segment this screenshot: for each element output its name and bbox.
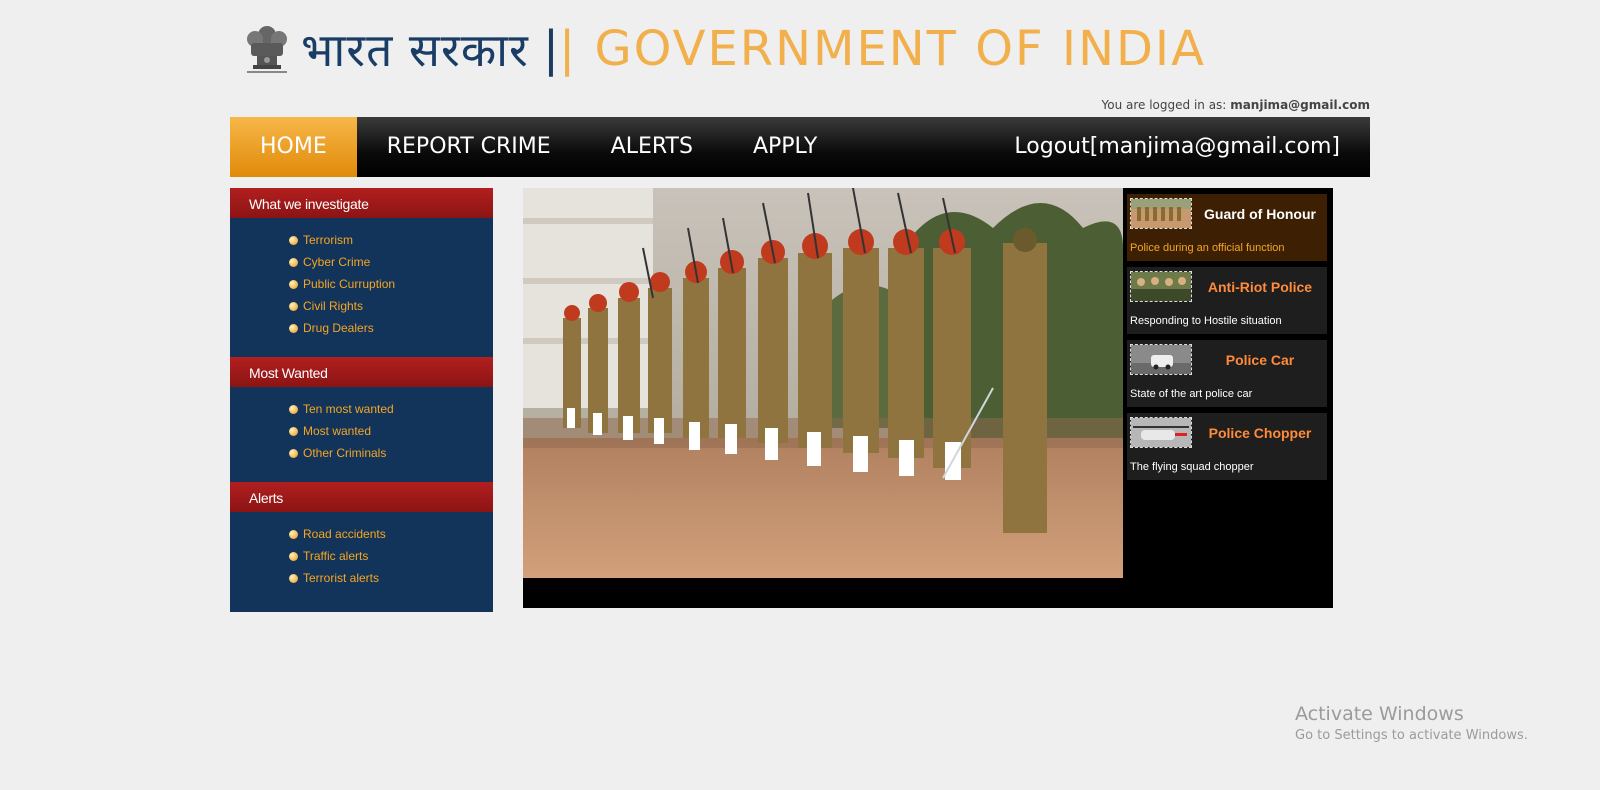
- bullet-icon: [289, 279, 298, 289]
- bullet-icon: [289, 426, 298, 436]
- bullet-icon: [289, 323, 298, 333]
- sidebar-heading: Most Wanted: [230, 357, 493, 387]
- sidebar-link-label: Civil Rights: [303, 299, 364, 313]
- bullet-icon: [289, 448, 298, 458]
- sidebar-link-label: Public Curruption: [303, 277, 396, 291]
- title-separator: |: [542, 21, 560, 77]
- windows-activation-watermark: Activate Windows Go to Settings to activ…: [1295, 703, 1528, 743]
- sidebar-link-public-corruption[interactable]: Public Curruption: [289, 273, 493, 295]
- sidebar-link-ten-most-wanted[interactable]: Ten most wanted: [289, 398, 493, 420]
- sidebar-section-investigate: What we investigate Terrorism Cyber Crim…: [230, 188, 493, 357]
- chopper-thumbnail-icon: [1130, 417, 1192, 448]
- sidebar-list: Road accidents Traffic alerts Terrorist …: [230, 512, 493, 607]
- thumb-anti-riot-police[interactable]: Anti-Riot Police Responding to Hostile s…: [1127, 267, 1327, 334]
- sidebar-link-civil-rights[interactable]: Civil Rights: [289, 295, 493, 317]
- login-prefix: You are logged in as:: [1101, 98, 1227, 112]
- thumb-title: Police Car: [1225, 352, 1295, 368]
- sidebar-link-label: Ten most wanted: [303, 402, 394, 416]
- login-email: manjima@gmail.com: [1230, 98, 1370, 112]
- thumb-description: Responding to Hostile situation: [1130, 315, 1282, 327]
- sidebar: What we investigate Terrorism Cyber Crim…: [230, 188, 493, 612]
- thumb-description: The flying squad chopper: [1130, 461, 1254, 473]
- bullet-icon: [289, 404, 298, 414]
- thumb-title: Guard of Honour: [1204, 206, 1316, 222]
- site-header: भारत सरकार | | GOVERNMENT OF INDIA: [237, 18, 1206, 80]
- sidebar-link-label: Other Criminals: [303, 446, 387, 460]
- parade-photo-icon: [523, 188, 1123, 578]
- sidebar-link-road-accidents[interactable]: Road accidents: [289, 523, 493, 545]
- bullet-icon: [289, 257, 298, 267]
- bullet-icon: [289, 573, 298, 583]
- thumb-guard-of-honour[interactable]: Guard of Honour Police during an officia…: [1127, 194, 1327, 261]
- sidebar-link-drug-dealers[interactable]: Drug Dealers: [289, 317, 493, 339]
- sidebar-link-label: Most wanted: [303, 424, 372, 438]
- thumb-police-chopper[interactable]: Police Chopper The flying squad chopper: [1127, 413, 1327, 480]
- sidebar-heading: What we investigate: [230, 188, 493, 218]
- logout-link[interactable]: Logout[manjima@gmail.com]: [984, 117, 1370, 177]
- sidebar-section-most-wanted: Most Wanted Ten most wanted Most wanted …: [230, 357, 493, 482]
- title-hindi: भारत सरकार: [301, 23, 529, 77]
- sidebar-link-label: Cyber Crime: [303, 255, 371, 269]
- sidebar-list: Ten most wanted Most wanted Other Crimin…: [230, 387, 493, 482]
- thumb-title: Police Chopper: [1208, 425, 1312, 441]
- police-car-thumbnail-icon: [1130, 344, 1192, 375]
- sidebar-section-alerts: Alerts Road accidents Traffic alerts Ter…: [230, 482, 493, 607]
- sidebar-link-label: Traffic alerts: [303, 549, 369, 563]
- login-status: You are logged in as: manjima@gmail.com: [1102, 98, 1371, 112]
- nav-home[interactable]: HOME: [230, 117, 357, 177]
- watermark-title: Activate Windows: [1295, 703, 1464, 725]
- bullet-icon: [289, 301, 298, 311]
- bullet-icon: [289, 235, 298, 245]
- thumb-description: Police during an official function: [1130, 242, 1285, 254]
- sidebar-link-label: Terrorism: [303, 233, 353, 247]
- title-english: | GOVERNMENT OF INDIA: [559, 21, 1206, 77]
- national-emblem-icon: [247, 26, 287, 73]
- sidebar-link-label: Road accidents: [303, 527, 386, 541]
- main-nav: HOME REPORT CRIME ALERTS APPLY Logout[ma…: [230, 117, 1370, 177]
- sidebar-link-traffic-alerts[interactable]: Traffic alerts: [289, 545, 493, 567]
- slider-thumbnails: Guard of Honour Police during an officia…: [1127, 194, 1327, 486]
- nav-apply[interactable]: APPLY: [723, 117, 847, 177]
- sidebar-list: Terrorism Cyber Crime Public Curruption …: [230, 218, 493, 357]
- sidebar-link-terrorism[interactable]: Terrorism: [289, 229, 493, 251]
- thumb-title: Anti-Riot Police: [1207, 279, 1313, 295]
- bullet-icon: [289, 551, 298, 561]
- sidebar-link-most-wanted[interactable]: Most wanted: [289, 420, 493, 442]
- sidebar-link-other-criminals[interactable]: Other Criminals: [289, 442, 493, 464]
- guard-thumbnail-icon: [1130, 198, 1192, 229]
- nav-alerts[interactable]: ALERTS: [581, 117, 723, 177]
- watermark-subtitle: Go to Settings to activate Windows.: [1295, 728, 1528, 743]
- featured-photo[interactable]: [523, 188, 1123, 578]
- thumb-police-car[interactable]: Police Car State of the art police car: [1127, 340, 1327, 407]
- sidebar-heading: Alerts: [230, 482, 493, 512]
- bullet-icon: [289, 529, 298, 539]
- sidebar-link-terrorist-alerts[interactable]: Terrorist alerts: [289, 567, 493, 589]
- sidebar-link-label: Drug Dealers: [303, 321, 374, 335]
- sidebar-link-cyber-crime[interactable]: Cyber Crime: [289, 251, 493, 273]
- thumb-description: State of the art police car: [1130, 388, 1253, 400]
- sidebar-link-label: Terrorist alerts: [303, 571, 380, 585]
- riot-police-thumbnail-icon: [1130, 271, 1192, 302]
- nav-report-crime[interactable]: REPORT CRIME: [357, 117, 581, 177]
- image-slider: Guard of Honour Police during an officia…: [523, 188, 1333, 608]
